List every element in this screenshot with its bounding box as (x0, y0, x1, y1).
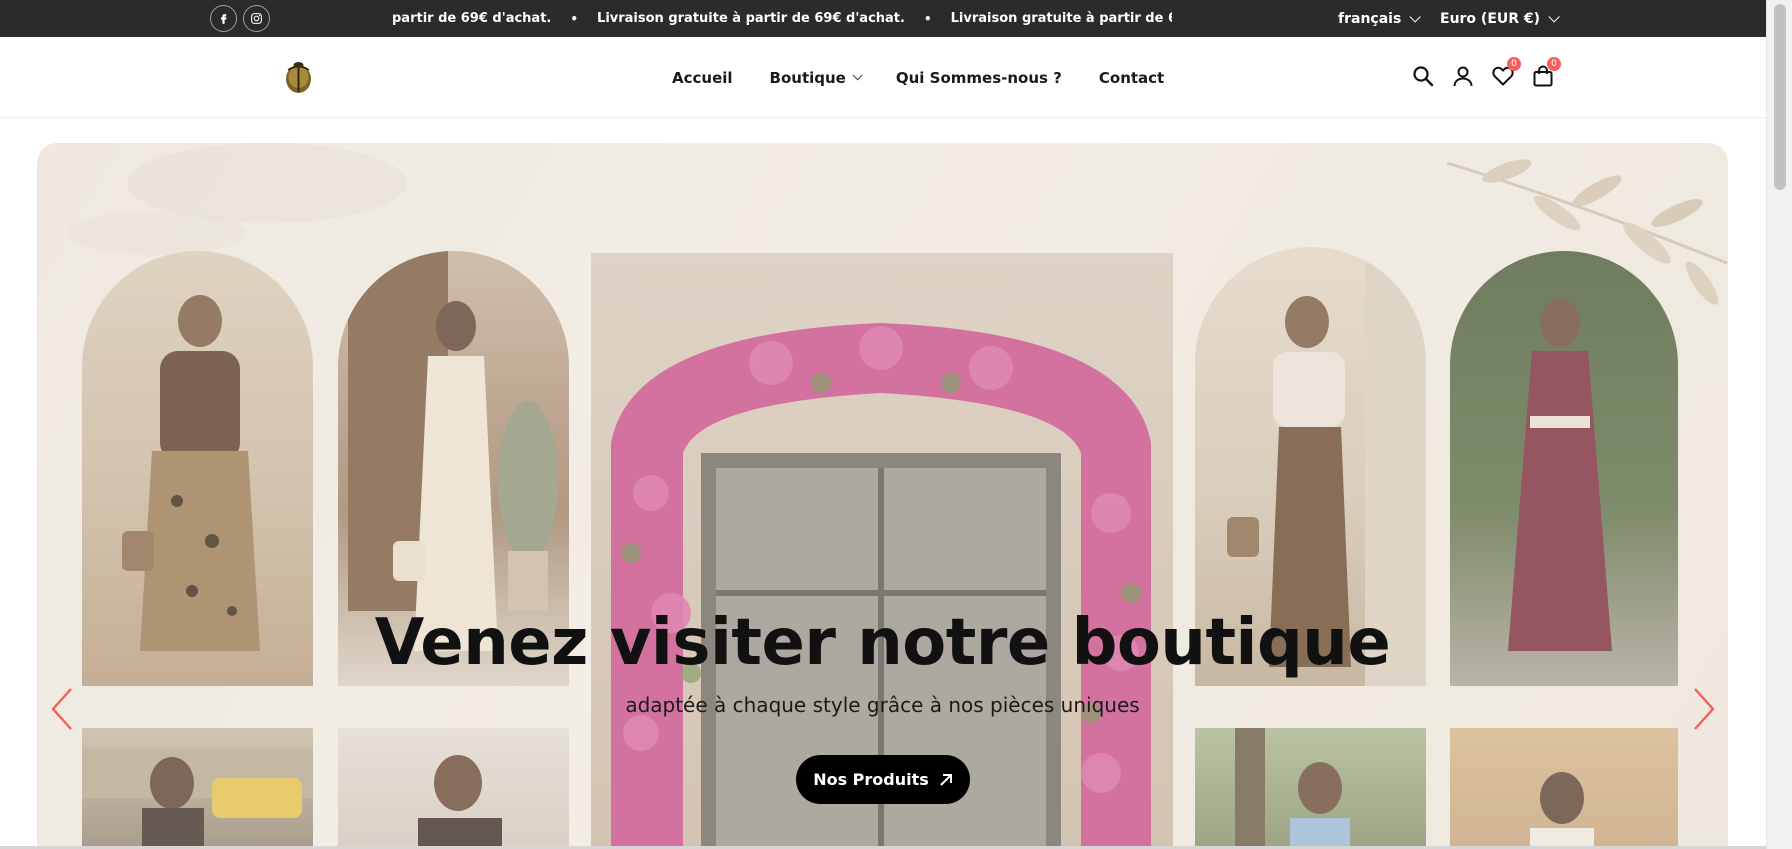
announcement-text: Livraison gratuite à partir de 69€ d'ach… (950, 11, 1172, 26)
facebook-icon (221, 14, 227, 24)
language-selector[interactable]: français (1338, 0, 1422, 37)
nav-label: Boutique (769, 68, 846, 87)
nav-item-boutique[interactable]: Boutique (769, 68, 863, 87)
nav-item-qui-sommes-nous[interactable]: Qui Sommes-nous ? (896, 69, 1062, 87)
search-button[interactable] (1411, 64, 1435, 88)
separator: • (923, 11, 932, 26)
cart-count-badge: 0 (1547, 57, 1561, 71)
chevron-down-icon (852, 70, 863, 81)
currency-selector[interactable]: Euro (EUR €) (1440, 0, 1560, 37)
instagram-link[interactable] (243, 5, 270, 32)
hero-subtitle: adaptée à chaque style grâce à nos pièce… (625, 693, 1140, 717)
nav-item-accueil[interactable]: Accueil (672, 69, 733, 87)
scrollbar-thumb[interactable] (1774, 4, 1786, 190)
account-button[interactable] (1451, 64, 1475, 88)
scarab-logo-icon[interactable] (285, 60, 312, 94)
hero-slider: Venez visiter notre boutique adaptée à c… (37, 143, 1728, 849)
chevron-down-icon (1548, 10, 1560, 23)
wishlist-count-badge: 0 (1507, 57, 1521, 71)
search-icon (1413, 66, 1434, 87)
nos-produits-button[interactable]: Nos Produits (796, 755, 970, 804)
announcement-marquee: partir de 69€ d'achat. • Livraison gratu… (392, 0, 1172, 37)
wishlist-button[interactable]: 0 (1491, 57, 1521, 88)
site-header: Accueil Boutique Qui Sommes-nous ? Conta… (0, 37, 1766, 118)
nav-label: Qui Sommes-nous ? (895, 68, 1062, 87)
facebook-link[interactable] (210, 5, 237, 32)
instagram-icon (251, 13, 262, 24)
nav-label: Contact (1098, 68, 1165, 87)
currency-label: Euro (EUR €) (1440, 10, 1541, 27)
separator: • (570, 11, 579, 26)
cart-button[interactable]: 0 (1531, 57, 1561, 88)
nav-item-contact[interactable]: Contact (1099, 69, 1164, 87)
announcement-bar: partir de 69€ d'achat. • Livraison gratu… (0, 0, 1766, 37)
announcement-text: partir de 69€ d'achat. (392, 11, 552, 26)
chevron-down-icon (1409, 10, 1422, 23)
vertical-scrollbar[interactable] (1766, 0, 1792, 849)
account-icon (1453, 66, 1473, 87)
button-label: Nos Produits (813, 770, 929, 789)
hero-title: Venez visiter notre boutique (374, 606, 1391, 680)
main-nav: Accueil Boutique Qui Sommes-nous ? Conta… (672, 37, 1201, 118)
hero-light-overlay (37, 143, 1728, 849)
arrow-up-right-icon (940, 773, 952, 786)
nav-label: Accueil (672, 68, 733, 87)
language-label: français (1338, 10, 1402, 27)
announcement-text: Livraison gratuite à partir de 69€ d'ach… (597, 11, 905, 26)
